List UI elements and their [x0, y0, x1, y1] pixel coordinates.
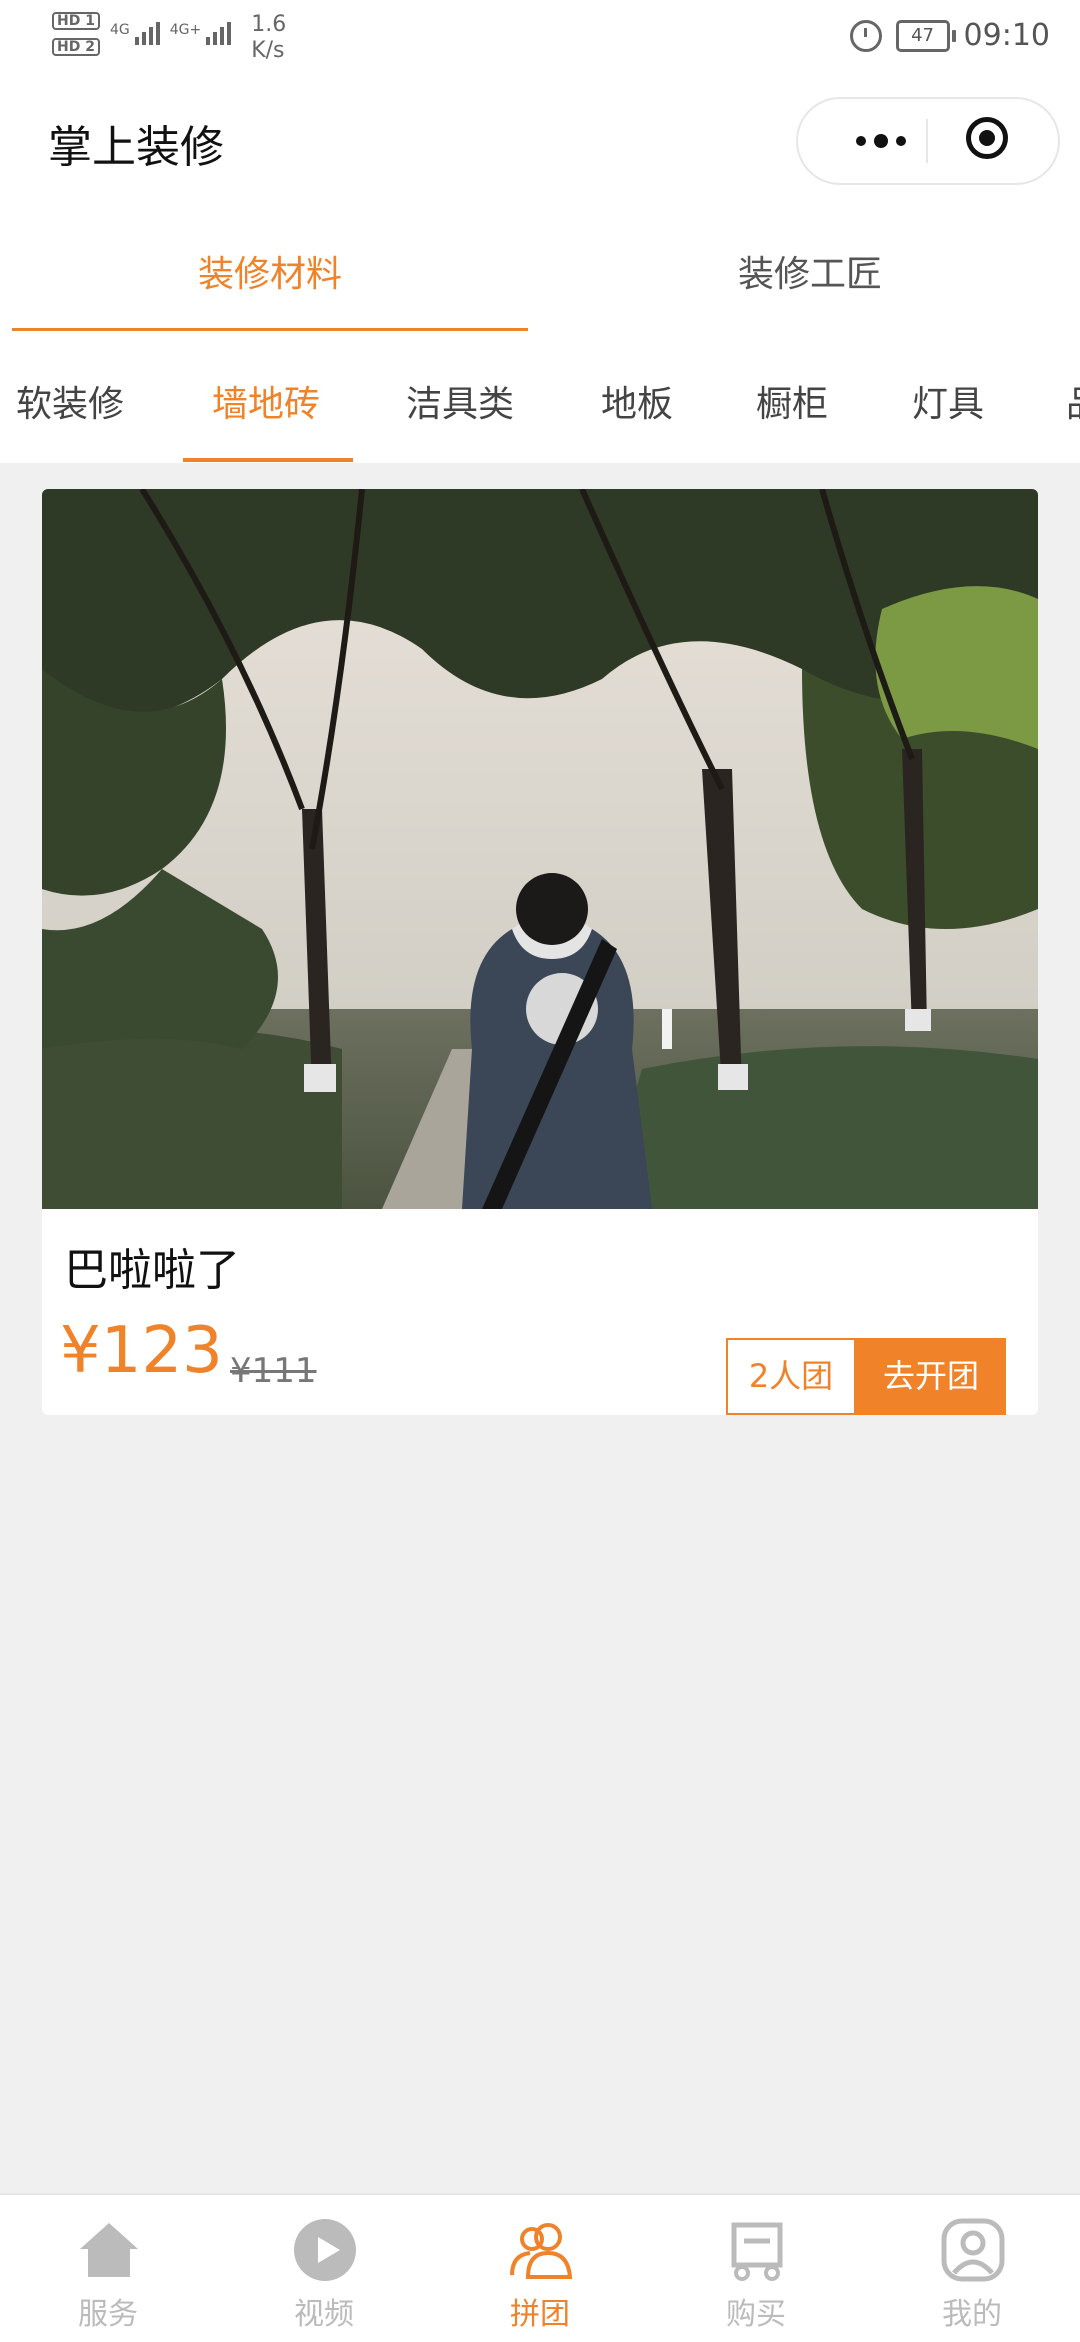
product-name: 巴啦啦了 [64, 1245, 240, 1296]
subtab-flooring[interactable]: 地板 [601, 375, 673, 427]
miniprogram-capsule [796, 97, 1060, 185]
subtab-wall-floor-tiles[interactable]: 墙地砖 [212, 375, 320, 427]
sim1-badge: HD 1 [52, 12, 100, 30]
tabbar-item-mine[interactable]: 我的 [864, 2195, 1080, 2342]
subtab-cabinets[interactable]: 橱柜 [756, 375, 828, 427]
tabbar-label-buy: 购买 [726, 2297, 786, 2332]
product-card[interactable]: 巴啦啦了 ¥123 ¥111 2人团 去开团 [42, 489, 1038, 1415]
target-icon[interactable] [966, 117, 1008, 159]
alarm-icon [849, 19, 882, 52]
tabbar-item-group[interactable]: 拼团 [432, 2195, 648, 2342]
product-price: ¥123 [60, 1314, 223, 1388]
tabbar-item-buy[interactable]: 购买 [648, 2195, 864, 2342]
status-time: 09:10 [963, 18, 1050, 53]
subtab-soft-decoration[interactable]: 软装修 [16, 375, 124, 427]
tabbar-label-service: 服务 [78, 2297, 138, 2332]
tab-materials[interactable]: 装修材料 [0, 245, 540, 297]
tabbar-item-video[interactable]: 视频 [216, 2195, 432, 2342]
sub-tabs: 软装修 墙地砖 洁具类 地板 橱柜 灯具 品 [0, 335, 1080, 463]
main-tab-indicator [12, 328, 528, 331]
network-1-label: 4G [109, 22, 130, 38]
main-tabs: 装修材料 装修工匠 [0, 205, 1080, 335]
speed-value: 1.6 [251, 12, 287, 37]
more-dots-icon[interactable] [836, 117, 926, 165]
nav-bar: 掌上装修 [0, 75, 1080, 205]
network-2-label: 4G+ [169, 22, 202, 38]
tabbar-label-video: 视频 [294, 2297, 354, 2332]
speed-unit: K/s [251, 38, 285, 63]
tabbar-label-group: 拼团 [510, 2297, 570, 2332]
status-left: HD 1 HD 2 4G 4G+ 1.6 K/s [52, 12, 286, 64]
sub-tab-indicator [183, 458, 353, 462]
subtab-more[interactable]: 品 [1066, 375, 1080, 427]
tabbar-item-service[interactable]: 服务 [0, 2195, 216, 2342]
subtab-sanitary[interactable]: 洁具类 [406, 375, 514, 427]
product-image[interactable] [42, 489, 1038, 1209]
network-speed: 1.6 K/s [251, 12, 286, 64]
capsule-divider [926, 119, 928, 163]
status-right: 47 09:10 [849, 18, 1050, 53]
signal-2-icon: 4G+ [170, 22, 232, 45]
sim2-badge: HD 2 [52, 38, 100, 56]
user-icon [941, 2218, 1005, 2282]
status-bar: HD 1 HD 2 4G 4G+ 1.6 K/s 47 09:10 [0, 0, 1080, 75]
start-group-button[interactable]: 去开团 [856, 1338, 1006, 1415]
original-price: ¥111 [230, 1351, 317, 1391]
play-icon [294, 2219, 356, 2281]
tabbar-label-mine: 我的 [942, 2297, 1002, 2332]
group-icon [510, 2223, 573, 2279]
home-icon [80, 2223, 138, 2277]
subtab-lighting[interactable]: 灯具 [912, 375, 984, 427]
group-size-badge: 2人团 [726, 1338, 856, 1415]
page-title: 掌上装修 [48, 122, 224, 173]
cart-icon [731, 2222, 783, 2281]
signal-1-icon: 4G [110, 22, 160, 45]
tab-craftsmen[interactable]: 装修工匠 [540, 245, 1080, 297]
bottom-tab-bar: 服务 视频 拼团 购买 我的 [0, 2193, 1080, 2342]
product-photo [42, 489, 1038, 1209]
battery-icon: 47 [895, 19, 956, 52]
